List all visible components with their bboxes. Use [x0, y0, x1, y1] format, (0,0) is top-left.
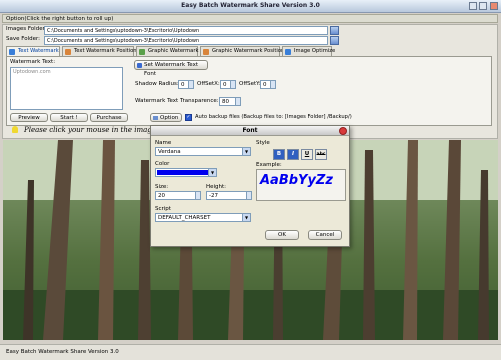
offset-x-label: OffSetX: — [197, 81, 220, 87]
font-dialog-title-bar: Font — [151, 126, 349, 136]
save-folder-label: Save Folder: — [6, 36, 41, 42]
spinner-arrows-icon[interactable] — [246, 192, 251, 199]
text-watermark-icon — [9, 49, 15, 55]
minimize-icon[interactable] — [469, 2, 477, 10]
strikeout-button[interactable]: abc — [315, 149, 327, 160]
font-icon — [137, 63, 142, 68]
font-name-select[interactable]: Verdana ▼ — [155, 147, 251, 156]
position-icon — [65, 49, 71, 55]
size-label: Size: — [155, 184, 169, 190]
image-optimize-icon — [285, 49, 291, 55]
font-example-text: AaBbYyZz — [260, 173, 333, 188]
purchase-button[interactable]: Purchase — [90, 113, 128, 122]
spinner-arrows-icon[interactable] — [195, 192, 200, 199]
backup-label: Auto backup files (Backup files to: [Ima… — [195, 114, 352, 120]
spinner-arrows-icon[interactable] — [188, 81, 193, 88]
title-bar: Easy Batch Watermark Share Version 3.0 — [0, 0, 501, 13]
set-watermark-font-button[interactable]: Set Watermark Text Font — [134, 60, 208, 77]
script-select[interactable]: DEFAULT_CHARSET ▼ — [155, 213, 251, 222]
images-folder-label: Images Folder: — [6, 26, 47, 32]
height-label: Height: — [206, 184, 227, 190]
offset-x-spinner[interactable]: 0 — [220, 80, 236, 89]
watermark-text-label: Watermark Text: — [10, 59, 56, 65]
tab-image-optimize[interactable]: Image Optimize — [282, 46, 335, 56]
spinner-arrows-icon[interactable] — [235, 98, 240, 105]
font-dialog-title: Font — [242, 127, 258, 134]
ok-button[interactable]: OK — [265, 230, 299, 240]
spinner-arrows-icon[interactable] — [270, 81, 275, 88]
font-example-box: AaBbYyZz — [256, 169, 346, 201]
name-label: Name — [155, 140, 172, 146]
italic-button[interactable]: I — [287, 149, 299, 160]
offset-y-label: OffSetY: — [239, 81, 261, 87]
start-button[interactable]: Start ! — [50, 113, 88, 122]
offset-y-spinner[interactable]: 0 — [260, 80, 276, 89]
height-spinner[interactable]: -27 — [206, 191, 252, 200]
chevron-down-icon[interactable]: ▼ — [208, 169, 216, 176]
option-icon — [153, 116, 158, 120]
color-select[interactable]: ▼ — [155, 168, 217, 177]
bold-button[interactable]: B — [273, 149, 285, 160]
images-folder-field[interactable]: C:\Documents and Settings\uptodown-3\Esc… — [44, 26, 328, 35]
transparence-label: Watermark Text Transparence: — [135, 98, 219, 104]
backup-checkbox[interactable]: ✓ — [185, 114, 192, 121]
font-dialog: Font Name Verdana ▼ Color ▼ Size: 20 Hei… — [150, 125, 350, 247]
window-title: Easy Batch Watermark Share Version 3.0 — [181, 2, 320, 9]
shadow-radius-spinner[interactable]: 0 — [178, 80, 194, 89]
save-folder-field[interactable]: C:\Documents and Settings\uptodown-3\Esc… — [44, 36, 328, 45]
script-label: Script — [155, 206, 171, 212]
underline-button[interactable]: U — [301, 149, 313, 160]
tab-text-watermark-position[interactable]: Text Watermark Position — [62, 46, 137, 56]
close-icon[interactable] — [339, 127, 347, 135]
shadow-radius-label: Shadow Radius: — [135, 81, 179, 87]
status-bar: Easy Batch Watermark Share Version 3.0 — [0, 344, 501, 360]
tab-graphic-watermark-position[interactable]: Graphic Watermark Position — [200, 46, 284, 56]
size-spinner[interactable]: 20 — [155, 191, 201, 200]
chevron-down-icon[interactable]: ▼ — [242, 148, 250, 155]
images-browse-icon[interactable] — [330, 26, 339, 35]
example-label: Example: — [256, 162, 282, 168]
preview-button[interactable]: Preview — [10, 113, 48, 122]
maximize-icon[interactable] — [479, 2, 487, 10]
save-browse-icon[interactable] — [330, 36, 339, 45]
position-icon — [203, 49, 209, 55]
cancel-button[interactable]: Cancel — [308, 230, 342, 240]
close-icon[interactable] — [490, 2, 498, 10]
watermark-text-input[interactable]: Uptodown.com — [10, 67, 123, 110]
status-text: Easy Batch Watermark Share Version 3.0 — [6, 349, 119, 355]
graphic-watermark-icon — [139, 49, 145, 55]
spinner-arrows-icon[interactable] — [230, 81, 235, 88]
lightbulb-icon — [12, 126, 18, 133]
tab-graphic-watermark[interactable]: Graphic Watermark — [136, 46, 198, 56]
color-label: Color — [155, 161, 170, 167]
color-swatch — [157, 170, 208, 175]
transparence-spinner[interactable]: 80 — [219, 97, 241, 106]
option-button[interactable]: Option — [150, 113, 182, 122]
option-bar-label: Option(Click the right button to roll up… — [6, 16, 114, 22]
style-label: Style — [256, 140, 270, 146]
chevron-down-icon[interactable]: ▼ — [242, 214, 250, 221]
tab-text-watermark[interactable]: Text Watermark — [6, 46, 60, 56]
option-bar[interactable]: Option(Click the right button to roll up… — [2, 14, 498, 23]
